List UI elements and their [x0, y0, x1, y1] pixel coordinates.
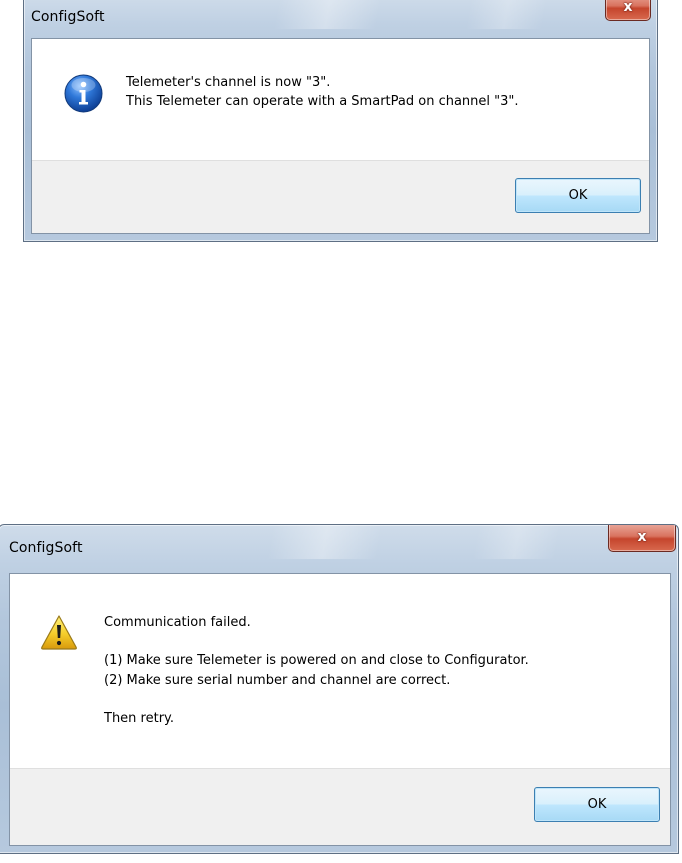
page: ConfigSoft x Telemeter's channel is now …	[0, 0, 682, 863]
info-message-area: Telemeter's channel is now "3". This Tel…	[32, 39, 649, 154]
warning-dialog-title: ConfigSoft	[9, 540, 83, 556]
warning-dialog: ConfigSoft x Communication failed. (1) M…	[0, 524, 679, 854]
info-message-line-1: Telemeter's channel is now "3".	[126, 75, 331, 90]
warning-message-line-2: (1) Make sure Telemeter is powered on an…	[104, 653, 529, 668]
close-icon: x	[623, 0, 633, 15]
warning-message-area: Communication failed. (1) Make sure Tele…	[10, 574, 670, 770]
info-dialog-titlebar[interactable]: ConfigSoft x	[24, 0, 657, 25]
info-dialog-close-button[interactable]: x	[605, 0, 651, 21]
warning-icon	[41, 615, 77, 650]
information-icon	[64, 74, 103, 113]
warning-message-line-1: Communication failed.	[104, 615, 251, 630]
info-ok-button[interactable]: OK	[515, 178, 641, 213]
warning-dialog-close-button[interactable]: x	[608, 525, 676, 552]
warning-dialog-titlebar[interactable]: ConfigSoft x	[0, 525, 678, 556]
warning-ok-button[interactable]: OK	[534, 787, 660, 822]
info-button-area: OK	[32, 160, 649, 233]
warning-message-line-3: (2) Make sure serial number and channel …	[104, 673, 451, 688]
info-dialog-client: Telemeter's channel is now "3". This Tel…	[31, 38, 650, 234]
warning-button-area: OK	[10, 768, 670, 845]
close-icon: x	[637, 529, 647, 545]
warning-message-line-4: Then retry.	[104, 711, 175, 726]
warning-dialog-client: Communication failed. (1) Make sure Tele…	[9, 573, 671, 846]
info-dialog-title: ConfigSoft	[31, 9, 105, 25]
info-message-line-2: This Telemeter can operate with a SmartP…	[126, 94, 519, 109]
info-dialog: ConfigSoft x Telemeter's channel is now …	[23, 0, 658, 242]
